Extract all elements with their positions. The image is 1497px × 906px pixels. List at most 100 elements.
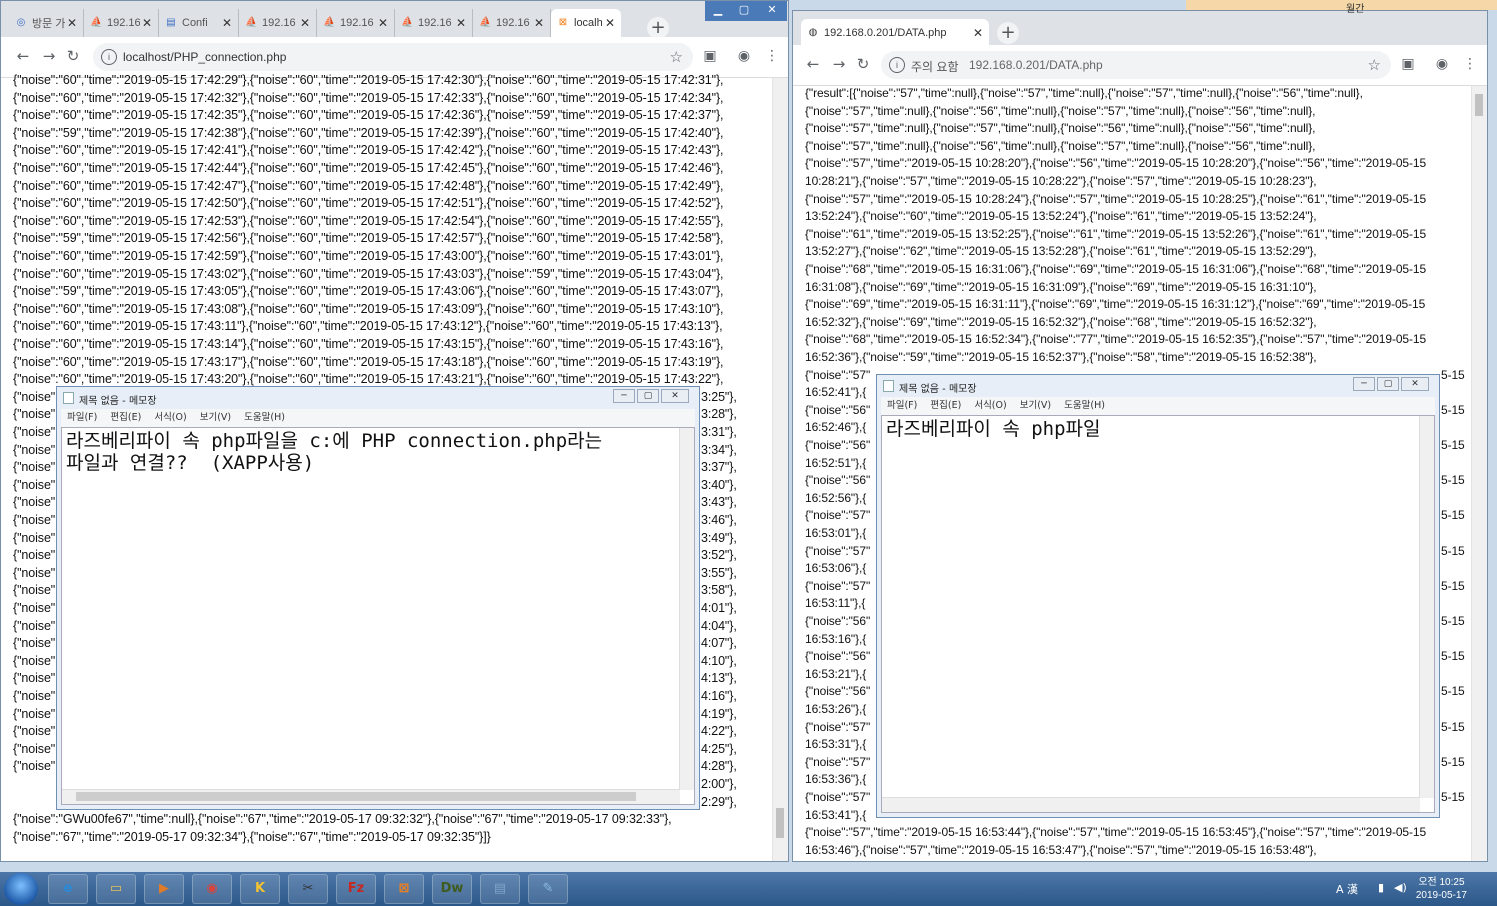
clock[interactable]: 오전 10:25 2019-05-17 [1416, 876, 1467, 902]
new-tab-button[interactable]: + [647, 17, 669, 39]
notepad-icon[interactable]: ▤ [480, 874, 520, 904]
tab-close-icon[interactable]: ✕ [140, 16, 154, 30]
close-button[interactable]: ✕ [661, 389, 689, 403]
address-bar[interactable]: i localhost/PHP_connection.php ☆ [93, 43, 693, 71]
explorer-icon[interactable]: ▭ [96, 874, 136, 904]
tab-close-icon[interactable]: ✕ [454, 16, 468, 30]
compass-icon: ◎ [16, 17, 26, 28]
json-line-partial: 5-15 [1441, 543, 1465, 558]
json-line: {"noise":"60","time":"2019-05-15 17:42:3… [13, 108, 724, 123]
network-icon[interactable]: ▮ [1378, 881, 1384, 894]
horizontal-scrollbar[interactable] [62, 789, 680, 804]
left-page-scrollbar[interactable] [772, 78, 788, 861]
notepad-text-area[interactable]: 라즈베리파이 속 php파일을 c:에 PHP connection.php라는… [61, 427, 695, 805]
snipping-tool-icon[interactable]: ✂ [288, 874, 328, 904]
extension-icon[interactable]: ▣ [701, 48, 719, 64]
start-button[interactable] [4, 873, 38, 905]
reload-button[interactable]: ↻ [63, 47, 83, 65]
tab-close-icon[interactable]: ✕ [532, 16, 546, 30]
menu-edit[interactable]: 편집(E) [930, 400, 961, 411]
menu-help[interactable]: 도움말(H) [1064, 400, 1105, 411]
menu-help[interactable]: 도움말(H) [244, 412, 285, 423]
notepad-title: 제목 없음 - 메모장 [899, 384, 977, 395]
json-line-partial: 5-15 [1441, 649, 1465, 664]
scroll-thumb[interactable] [1475, 94, 1483, 116]
menu-format[interactable]: 서식(O) [974, 400, 1006, 411]
json-line-partial: 3:43"}, [701, 495, 737, 510]
tab-close-icon[interactable]: ✕ [298, 16, 312, 30]
ime-indicator[interactable]: A 漢 [1336, 881, 1358, 897]
forward-button[interactable]: → [39, 47, 59, 65]
maximize-button[interactable]: ▢ [637, 389, 659, 403]
kakaotalk-icon[interactable]: K [240, 874, 280, 904]
tab-0[interactable]: ◎ 방문 가 ✕ [9, 9, 84, 37]
paint-icon[interactable]: ✎ [528, 874, 568, 904]
dreamweaver-icon[interactable]: Dw [432, 874, 472, 904]
json-line-partial: 4:22"}, [701, 724, 737, 739]
menu-view[interactable]: 보기(V) [1020, 400, 1051, 411]
tab-5[interactable]: ⛵ 192.16 ✕ [395, 9, 473, 37]
json-line-partial: {"noise" [13, 653, 56, 668]
menu-file[interactable]: 파일(F) [887, 400, 917, 411]
menu-kebab-icon[interactable]: ⋮ [1461, 56, 1479, 72]
filezilla-icon[interactable]: Fz [336, 874, 376, 904]
tab-close-icon[interactable]: ✕ [603, 16, 617, 30]
back-button[interactable]: ← [13, 47, 33, 65]
reload-button[interactable]: ↻ [853, 55, 873, 73]
maximize-button[interactable]: ▢ [731, 1, 757, 21]
json-line-partial: {"noise":"56" [805, 402, 871, 417]
tab-1[interactable]: ⛵ 192.16 ✕ [84, 9, 159, 37]
profile-icon[interactable]: ◉ [1433, 56, 1451, 72]
tab-close-icon[interactable]: ✕ [220, 16, 234, 30]
address-bar[interactable]: i 주의 요함 192.168.0.201/DATA.php ☆ [881, 51, 1391, 79]
ie-icon[interactable]: e [48, 874, 88, 904]
tab-7[interactable]: ⊠ localh ✕ [551, 9, 621, 37]
menu-format[interactable]: 서식(O) [154, 412, 186, 423]
horizontal-scrollbar[interactable] [882, 797, 1420, 812]
vertical-scrollbar[interactable] [679, 428, 694, 790]
close-button[interactable]: ✕ [757, 1, 787, 21]
tab-close-icon[interactable]: ✕ [65, 16, 79, 30]
tab-close-icon[interactable]: ✕ [376, 16, 390, 30]
profile-icon[interactable]: ◉ [735, 48, 753, 64]
maximize-button[interactable]: ▢ [1377, 377, 1399, 391]
new-tab-button[interactable]: + [997, 22, 1019, 44]
json-line-partial: 5-15 [1441, 578, 1465, 593]
json-line-partial: 4:01"}, [701, 601, 737, 615]
info-icon[interactable]: i [101, 49, 117, 65]
menu-kebab-icon[interactable]: ⋮ [763, 48, 781, 64]
vertical-scrollbar[interactable] [1419, 416, 1434, 798]
scroll-thumb[interactable] [76, 792, 636, 801]
menu-file[interactable]: 파일(F) [67, 412, 97, 423]
right-page-scrollbar[interactable] [1471, 86, 1487, 861]
json-line-partial: {"noise" [13, 425, 56, 439]
tab-2[interactable]: ▤ Confi ✕ [159, 9, 239, 37]
menu-view[interactable]: 보기(V) [200, 412, 231, 423]
scroll-thumb[interactable] [776, 808, 784, 838]
minimize-button[interactable]: ─ [613, 389, 635, 403]
json-line-partial: {"noise" [13, 689, 56, 703]
extension-icon[interactable]: ▣ [1399, 56, 1417, 72]
close-button[interactable]: ✕ [1401, 377, 1429, 391]
tab-6[interactable]: ⛵ 192.16 ✕ [473, 9, 551, 37]
tab-3[interactable]: ⛵ 192.16 ✕ [239, 9, 317, 37]
notepad-text-area[interactable]: 라즈베리파이 속 php파일 [881, 415, 1435, 813]
tab-4[interactable]: ⛵ 192.16 ✕ [317, 9, 395, 37]
tab-data-php[interactable]: ◍ 192.168.0.201/DATA.php ✕ [801, 19, 989, 47]
bookmark-star-icon[interactable]: ☆ [1368, 56, 1381, 74]
xampp-icon[interactable]: ⊠ [384, 874, 424, 904]
menu-edit[interactable]: 편집(E) [110, 412, 141, 423]
info-icon[interactable]: i [889, 57, 905, 73]
tab-close-icon[interactable]: ✕ [971, 26, 985, 40]
volume-icon[interactable]: ◀) [1394, 881, 1407, 894]
bookmark-star-icon[interactable]: ☆ [670, 48, 683, 66]
json-line-partial: 16:53:11"},{ [805, 596, 866, 611]
minimize-button[interactable]: ▁ [705, 1, 731, 21]
minimize-button[interactable]: ─ [1353, 377, 1375, 391]
json-line-partial: {"noise":"57" [805, 508, 871, 523]
chrome-icon[interactable]: ◉ [192, 874, 232, 904]
json-line-partial: {"noise":"56" [805, 473, 871, 488]
forward-button[interactable]: → [829, 55, 849, 73]
media-player-icon[interactable]: ▶ [144, 874, 184, 904]
back-button[interactable]: ← [803, 55, 823, 73]
